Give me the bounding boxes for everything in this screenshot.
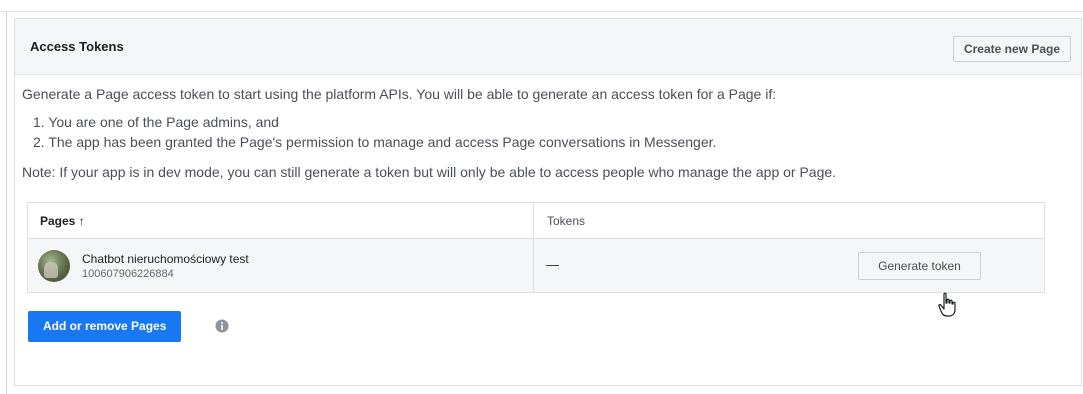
card-header: Access Tokens Create new Page xyxy=(15,19,1081,75)
description-item-1: 1. You are one of the Page admins, and xyxy=(33,114,279,130)
description-item-2: 2. The app has been granted the Page's p… xyxy=(33,134,717,150)
column-header-tokens: Tokens xyxy=(547,214,586,228)
generate-token-button[interactable]: Generate token xyxy=(858,252,981,280)
info-icon[interactable] xyxy=(215,319,229,333)
top-bar xyxy=(0,0,1083,12)
description-intro: Generate a Page access token to start us… xyxy=(22,86,777,102)
table-header: Pages ↑ Tokens xyxy=(28,203,1044,239)
page-id: 100607906226884 xyxy=(82,268,174,280)
page-avatar xyxy=(38,250,70,282)
add-remove-pages-button[interactable]: Add or remove Pages xyxy=(28,311,182,342)
page-name[interactable]: Chatbot nieruchomościowy test xyxy=(82,252,249,266)
hand-cursor-icon xyxy=(938,292,956,317)
token-value: — xyxy=(546,257,559,272)
left-divider xyxy=(6,11,7,394)
card-title: Access Tokens xyxy=(30,39,124,54)
pages-table: Pages ↑ Tokens Chatbot nieruchomościowy … xyxy=(27,202,1045,293)
create-new-page-button[interactable]: Create new Page xyxy=(952,36,1071,62)
table-row: Chatbot nieruchomościowy test 1006079062… xyxy=(28,239,1044,292)
description-note: Note: If your app is in dev mode, you ca… xyxy=(22,164,837,180)
column-header-pages[interactable]: Pages ↑ xyxy=(40,214,85,228)
column-divider xyxy=(533,203,534,292)
